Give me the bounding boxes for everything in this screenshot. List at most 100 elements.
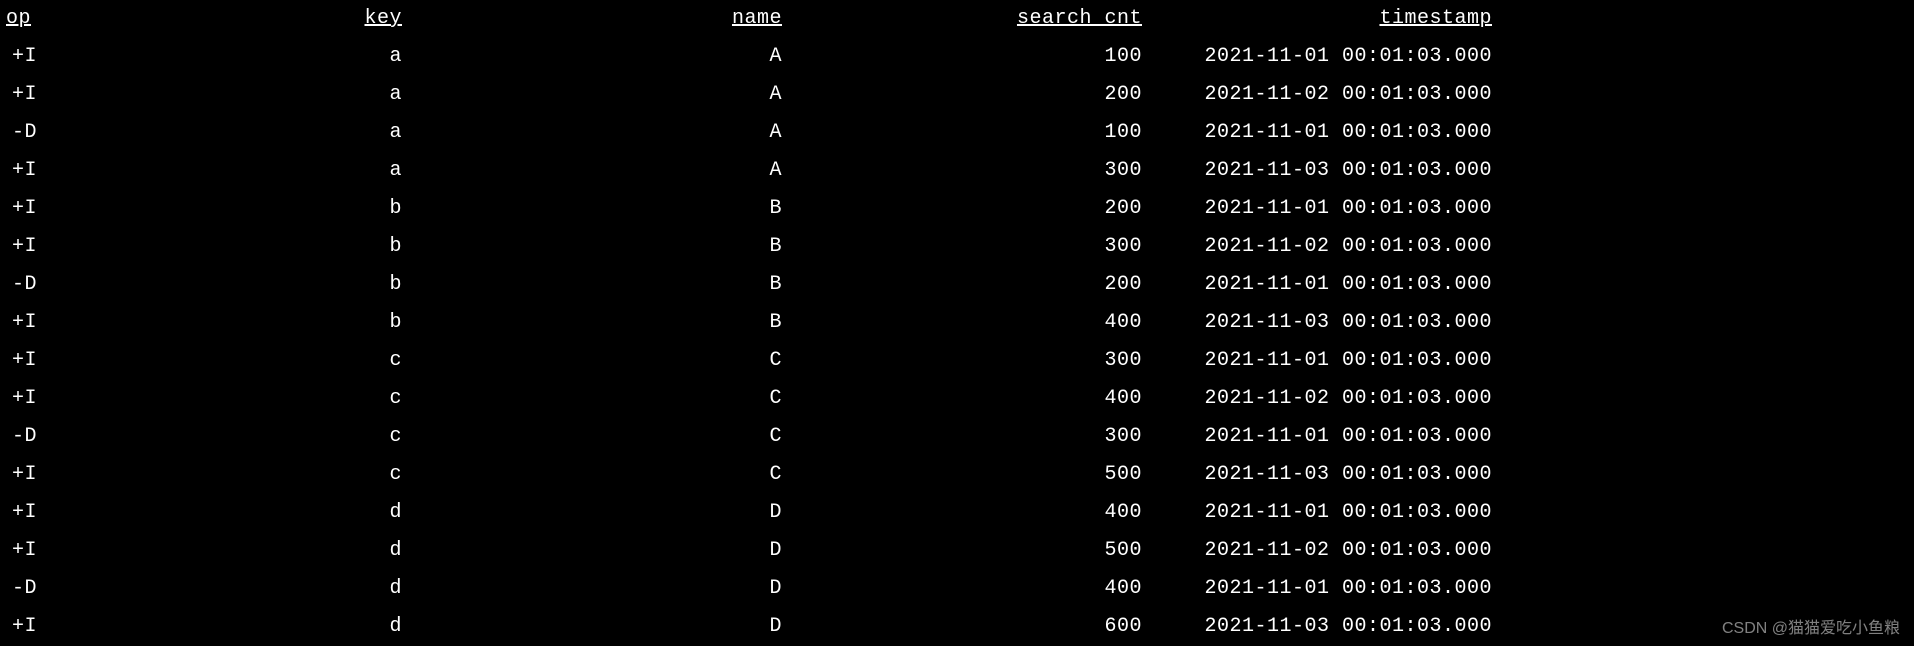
cell-search-cnt: 100 — [790, 38, 1150, 76]
cell-op: +I — [0, 76, 60, 114]
cell-op: -D — [0, 570, 60, 608]
cell-timestamp: 2021-11-01 00:01:03.000 — [1150, 266, 1500, 304]
cell-search-cnt: 400 — [790, 380, 1150, 418]
cell-key: a — [60, 38, 410, 76]
cell-op: +I — [0, 380, 60, 418]
cell-key: b — [60, 190, 410, 228]
col-timestamp: timestamp — [1150, 0, 1500, 38]
cell-search-cnt: 200 — [790, 190, 1150, 228]
cell-name: C — [410, 380, 790, 418]
cell-name: B — [410, 266, 790, 304]
cell-name: C — [410, 456, 790, 494]
cell-name: D — [410, 494, 790, 532]
cell-name: C — [410, 342, 790, 380]
cell-name: A — [410, 114, 790, 152]
cell-name: D — [410, 570, 790, 608]
cell-timestamp: 2021-11-01 00:01:03.000 — [1150, 418, 1500, 456]
result-table: op key name search_cnt timestamp +IaA100… — [0, 0, 1914, 646]
cell-timestamp: 2021-11-02 00:01:03.000 — [1150, 76, 1500, 114]
cell-op: +I — [0, 456, 60, 494]
table-row: +IdD5002021-11-02 00:01:03.000 — [0, 532, 1914, 570]
cell-name: A — [410, 38, 790, 76]
cell-search-cnt: 200 — [790, 76, 1150, 114]
table-row: -DbB2002021-11-01 00:01:03.000 — [0, 266, 1914, 304]
table-row: -DaA1002021-11-01 00:01:03.000 — [0, 114, 1914, 152]
col-name: name — [410, 0, 790, 38]
cell-op: +I — [0, 304, 60, 342]
table-row: +IdD6002021-11-03 00:01:03.000 — [0, 608, 1914, 646]
cell-name: C — [410, 418, 790, 456]
table-row: +IdD4002021-11-01 00:01:03.000 — [0, 494, 1914, 532]
cell-key: a — [60, 152, 410, 190]
cell-name: D — [410, 608, 790, 646]
cell-name: B — [410, 190, 790, 228]
cell-timestamp: 2021-11-01 00:01:03.000 — [1150, 494, 1500, 532]
cell-name: A — [410, 76, 790, 114]
cell-timestamp: 2021-11-01 00:01:03.000 — [1150, 114, 1500, 152]
table-row: +IcC4002021-11-02 00:01:03.000 — [0, 380, 1914, 418]
table-row: -DdD4002021-11-01 00:01:03.000 — [0, 570, 1914, 608]
table-row: +IbB4002021-11-03 00:01:03.000 — [0, 304, 1914, 342]
cell-timestamp: 2021-11-01 00:01:03.000 — [1150, 342, 1500, 380]
cell-search-cnt: 100 — [790, 114, 1150, 152]
cell-key: d — [60, 494, 410, 532]
col-key: key — [60, 0, 410, 38]
cell-op: +I — [0, 342, 60, 380]
col-op: op — [0, 0, 60, 38]
cell-timestamp: 2021-11-03 00:01:03.000 — [1150, 152, 1500, 190]
cell-op: +I — [0, 152, 60, 190]
table-row: +IaA3002021-11-03 00:01:03.000 — [0, 152, 1914, 190]
cell-search-cnt: 300 — [790, 418, 1150, 456]
table-row: -DcC3002021-11-01 00:01:03.000 — [0, 418, 1914, 456]
cell-op: -D — [0, 418, 60, 456]
cell-timestamp: 2021-11-03 00:01:03.000 — [1150, 456, 1500, 494]
cell-key: d — [60, 532, 410, 570]
cell-op: +I — [0, 228, 60, 266]
cell-op: -D — [0, 114, 60, 152]
cell-name: D — [410, 532, 790, 570]
cell-name: B — [410, 228, 790, 266]
cell-timestamp: 2021-11-01 00:01:03.000 — [1150, 570, 1500, 608]
cell-timestamp: 2021-11-01 00:01:03.000 — [1150, 190, 1500, 228]
cell-key: a — [60, 76, 410, 114]
cell-search-cnt: 200 — [790, 266, 1150, 304]
cell-key: c — [60, 456, 410, 494]
cell-search-cnt: 300 — [790, 228, 1150, 266]
table-row: +IcC5002021-11-03 00:01:03.000 — [0, 456, 1914, 494]
cell-op: +I — [0, 190, 60, 228]
cell-key: c — [60, 418, 410, 456]
cell-search-cnt: 300 — [790, 152, 1150, 190]
table-row: +IaA1002021-11-01 00:01:03.000 — [0, 38, 1914, 76]
table-row: +IcC3002021-11-01 00:01:03.000 — [0, 342, 1914, 380]
table-header-row: op key name search_cnt timestamp — [0, 0, 1914, 38]
table-row: +IbB2002021-11-01 00:01:03.000 — [0, 190, 1914, 228]
watermark: CSDN @猫猫爱吃小鱼粮 — [1722, 614, 1900, 638]
cell-op: -D — [0, 266, 60, 304]
cell-search-cnt: 400 — [790, 304, 1150, 342]
cell-timestamp: 2021-11-03 00:01:03.000 — [1150, 304, 1500, 342]
cell-timestamp: 2021-11-01 00:01:03.000 — [1150, 38, 1500, 76]
cell-search-cnt: 400 — [790, 570, 1150, 608]
cell-op: +I — [0, 532, 60, 570]
cell-timestamp: 2021-11-03 00:01:03.000 — [1150, 608, 1500, 646]
cell-search-cnt: 500 — [790, 456, 1150, 494]
cell-name: B — [410, 304, 790, 342]
cell-key: b — [60, 266, 410, 304]
cell-key: c — [60, 380, 410, 418]
cell-timestamp: 2021-11-02 00:01:03.000 — [1150, 532, 1500, 570]
col-search-cnt: search_cnt — [790, 0, 1150, 38]
cell-op: +I — [0, 38, 60, 76]
cell-name: A — [410, 152, 790, 190]
cell-key: d — [60, 608, 410, 646]
cell-key: b — [60, 304, 410, 342]
cell-search-cnt: 600 — [790, 608, 1150, 646]
cell-search-cnt: 500 — [790, 532, 1150, 570]
cell-key: c — [60, 342, 410, 380]
cell-op: +I — [0, 494, 60, 532]
table-row: +IaA2002021-11-02 00:01:03.000 — [0, 76, 1914, 114]
cell-key: b — [60, 228, 410, 266]
cell-timestamp: 2021-11-02 00:01:03.000 — [1150, 228, 1500, 266]
cell-op: +I — [0, 608, 60, 646]
cell-timestamp: 2021-11-02 00:01:03.000 — [1150, 380, 1500, 418]
cell-search-cnt: 400 — [790, 494, 1150, 532]
